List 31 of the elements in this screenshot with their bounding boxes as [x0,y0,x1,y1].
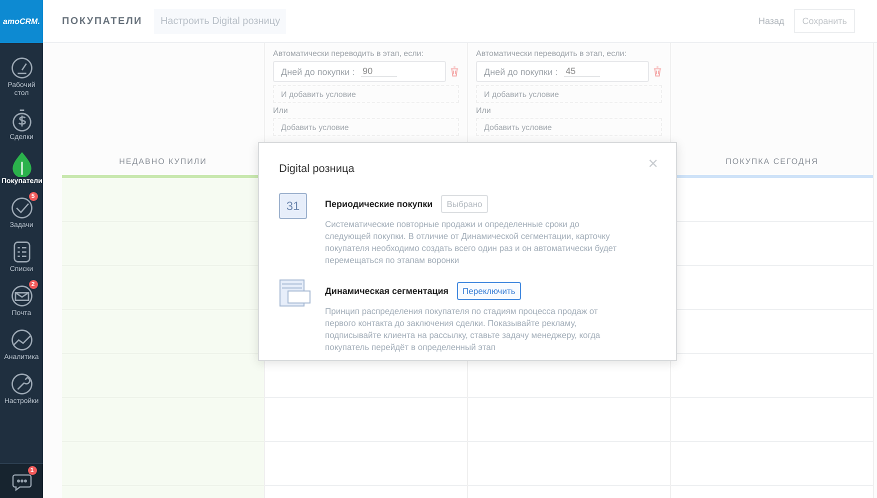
envelope-icon [8,283,34,309]
add-and-condition-link[interactable]: И добавить условие [476,85,662,103]
calendar-icon: 31 [279,193,307,219]
page-title: ПОКУПАТЕЛИ [62,16,142,26]
field-label: Дней до покупки : [281,66,355,76]
option-description: Систематические повторные продажи и определенные сроки до следующей покупки. В отличие от Динамической сегментации, карточку покупателя необходимо создать всего один раз и он автоматически будет перемещаться по этапам воронки [325,218,618,266]
trash-icon[interactable] [653,66,662,77]
switch-button[interactable]: Переключить [456,282,522,300]
add-condition-link[interactable]: Добавить условие [273,118,459,136]
checkmark-icon [8,195,34,221]
windows-icon [279,278,311,308]
condition-label: Автоматически переводить в этап, если: [273,49,424,58]
or-label: Или [273,106,289,115]
or-label: Или [476,106,492,115]
back-link[interactable]: Назад [758,16,784,26]
wrench-icon [8,371,34,397]
logo[interactable]: amoCRM. [0,0,43,43]
days-input[interactable]: 90 [360,66,397,77]
modal-title: Digital розница [279,163,354,175]
add-and-condition-link[interactable]: И добавить условие [273,85,459,103]
option-title: Динамическая сегментация [325,286,449,296]
condition-label: Автоматически переводить в этап, если: [476,49,628,58]
days-input[interactable]: 45 [564,66,600,77]
option-description: Принцип распределения покупателя по стадиям процесса продаж от первого контакта до заключения сделки. Показывайте рекламу, подписывайте клиента на рассылку, ставьте задачу менеджеру, когда покупатель перейдёт в определенный этап [325,305,602,353]
option-title: Периодические покупки [325,199,433,209]
add-condition-link[interactable]: Добавить условие [476,118,662,136]
gauge-icon [8,55,34,81]
field-label: Дней до покупки : [484,66,558,76]
line-chart-icon [8,327,34,353]
selected-button[interactable]: Выбрано [440,195,488,213]
trash-icon[interactable] [450,66,459,77]
